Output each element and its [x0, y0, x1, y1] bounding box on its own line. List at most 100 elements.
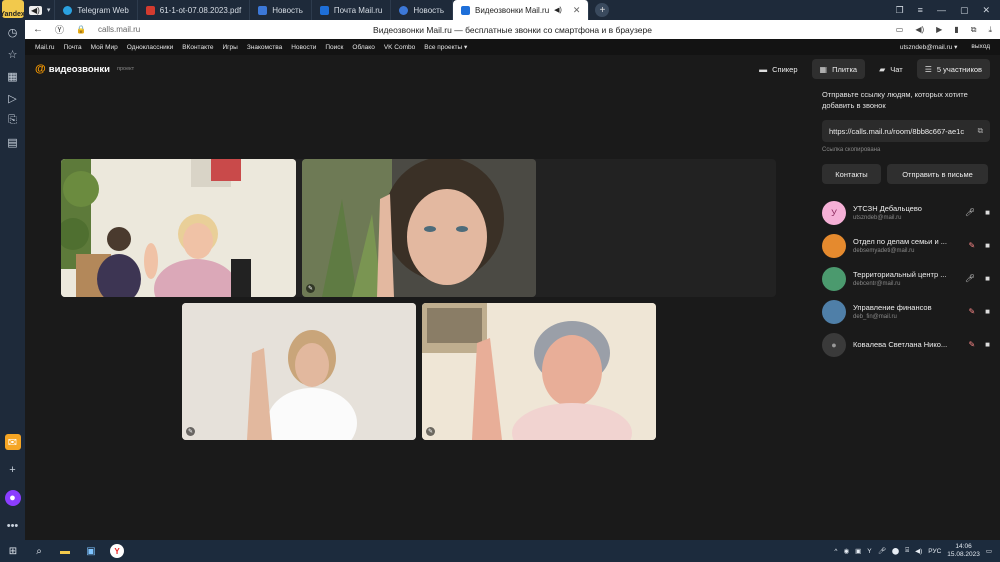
list-item[interactable]: Отдел по делам семьи и ... debsemyadeti@…	[822, 229, 990, 262]
notifications-icon[interactable]: ▭	[986, 547, 992, 555]
list-item[interactable]: У УТСЗН Дебальцево utszndeb@mail.ru 🎤︎ ■	[822, 196, 990, 229]
mailru-nav: Mail.ru Почта Мой Мир Одноклассники ВКон…	[25, 39, 1000, 55]
chat-button[interactable]: ▰ Чат	[871, 59, 911, 79]
nav-cloud[interactable]: Облако	[352, 44, 374, 51]
tray-app-icon[interactable]: ⬤	[892, 547, 899, 555]
mic-icon[interactable]: 🎤︎	[965, 274, 975, 283]
nav-myworld[interactable]: Мой Мир	[91, 44, 118, 51]
url-field[interactable]: calls.mail.ru	[98, 25, 140, 34]
volume-icon[interactable]: ◀)	[915, 547, 922, 555]
list-item[interactable]: ● Ковалева Светлана Нико... ✎ ■	[822, 328, 990, 361]
tile-view-icon: ▦	[819, 64, 828, 74]
camera-icon[interactable]: ■	[985, 340, 990, 349]
new-tab-button[interactable]: +	[595, 3, 610, 17]
tab-mail[interactable]: Почта Mail.ru	[312, 0, 392, 20]
tray-app-icon[interactable]: ◉	[843, 547, 849, 555]
contacts-button[interactable]: Контакты	[822, 164, 881, 184]
account-menu[interactable]: utszndeb@mail.ru ▾	[900, 43, 958, 51]
mic-muted-icon[interactable]: ✎	[968, 340, 975, 349]
history-icon[interactable]: ◷	[5, 24, 21, 40]
mail-app-icon[interactable]: ✉	[4, 434, 21, 450]
menu-icon[interactable]: ≡	[918, 5, 923, 15]
reader-icon[interactable]: ▭	[896, 25, 904, 35]
play-icon[interactable]: ▷	[5, 90, 21, 106]
bookmark-icon[interactable]: ▮	[954, 25, 958, 35]
yandex-button[interactable]: Yandex	[0, 0, 25, 18]
download-icon[interactable]: ⤓	[988, 25, 992, 35]
mic-muted-icon[interactable]: ✎	[968, 307, 975, 316]
network-icon[interactable]: ⌸	[905, 547, 909, 555]
yandex-icon[interactable]: Ⓨ	[55, 23, 64, 36]
nav-ok[interactable]: Одноклассники	[127, 44, 173, 51]
camera-icon[interactable]: ▶	[936, 25, 942, 35]
camera-icon[interactable]: ■	[985, 208, 990, 217]
video-tile-3[interactable]: ✎	[182, 303, 416, 440]
back-icon[interactable]: ←	[33, 24, 43, 35]
grid-icon[interactable]: ▤	[5, 134, 21, 150]
collections-icon[interactable]: ▦	[5, 68, 21, 84]
nav-news[interactable]: Новости	[291, 44, 316, 51]
tab-pdf[interactable]: 61-1-ot-07.08.2023.pdf	[138, 0, 251, 20]
tab-news-1[interactable]: Новость	[250, 0, 312, 20]
video-tile-2[interactable]: ✎	[302, 159, 536, 297]
tray-expand-icon[interactable]: ^	[834, 548, 837, 555]
file-explorer-icon[interactable]: ▬	[58, 544, 72, 558]
speaker-view-button[interactable]: ▬ Спикер	[751, 59, 805, 79]
mute-icon[interactable]: ◀)	[915, 25, 924, 35]
invite-panel: Отправьте ссылку людям, которых хотите д…	[812, 83, 1000, 540]
app-logo[interactable]: @ видеозвонки проект	[35, 63, 134, 75]
tile-view-button[interactable]: ▦ Плитка	[811, 59, 866, 79]
system-tray: ^ ◉ ▣ Y 🎤︎ ⬤ ⌸ ◀) РУС 14:06 15.08.2023 ▭	[834, 543, 1000, 559]
list-item[interactable]: Управление финансов deb_fin@mail.ru ✎ ■	[822, 295, 990, 328]
yandex-browser-icon[interactable]: Y	[110, 544, 124, 558]
add-icon[interactable]: +	[5, 462, 21, 478]
nav-vk[interactable]: ВКонтакте	[182, 44, 213, 51]
mic-icon[interactable]: 🎤︎	[965, 208, 975, 217]
send-email-button[interactable]: Отправить в письме	[887, 164, 988, 184]
store-icon[interactable]: ▣	[84, 544, 98, 558]
participant-email: debcentr@mail.ru	[853, 281, 901, 287]
keyboard-layout[interactable]: РУС	[928, 548, 941, 555]
camera-icon[interactable]: ■	[985, 307, 990, 316]
minimize-icon[interactable]: —	[937, 5, 946, 15]
nav-vkcombo[interactable]: VK Combo	[384, 44, 415, 51]
downloads-icon[interactable]: ⎘	[5, 112, 21, 128]
windows-start-icon[interactable]: ⊞	[6, 544, 20, 558]
tray-yandex-icon[interactable]: Y	[867, 548, 871, 555]
clock[interactable]: 14:06 15.08.2023	[947, 543, 980, 559]
tab-speaker-toggle[interactable]: ◀) ▾	[25, 0, 56, 20]
bookmarks-icon[interactable]: ☆	[5, 46, 21, 62]
nav-mailru[interactable]: Mail.ru	[35, 44, 55, 51]
tray-app-icon[interactable]: ▣	[855, 547, 861, 555]
tab-news-2[interactable]: Новость	[391, 0, 453, 20]
mic-muted-icon[interactable]: ✎	[968, 241, 975, 250]
close-tab-icon[interactable]: ✕	[573, 5, 581, 16]
close-window-icon[interactable]: ✕	[982, 5, 990, 16]
tabs-menu-icon[interactable]: ❐	[896, 5, 904, 16]
video-tile-1[interactable]	[61, 159, 296, 297]
more-icon[interactable]: •••	[5, 518, 21, 534]
nav-search[interactable]: Поиск	[325, 44, 343, 51]
logout-link[interactable]: выход	[971, 43, 990, 51]
nav-all-projects[interactable]: Все проекты ▾	[424, 43, 467, 51]
tray-mic-icon[interactable]: 🎤︎	[878, 547, 886, 555]
address-actions: ▭ ◀) ▶ ▮ ⧉ ⤓	[896, 25, 992, 35]
search-icon[interactable]: ⌕	[32, 544, 46, 558]
video-tile-4[interactable]: ✎	[422, 303, 656, 440]
avatar	[822, 299, 846, 324]
extensions-icon[interactable]: ⧉	[971, 25, 977, 35]
invite-link-field[interactable]: https://calls.mail.ru/room/8bb8c667-ae1c…	[822, 120, 990, 142]
nav-games[interactable]: Игры	[223, 44, 238, 51]
restore-icon[interactable]: ▢	[960, 5, 969, 16]
camera-icon[interactable]: ■	[985, 274, 990, 283]
nav-dating[interactable]: Знакомства	[247, 44, 282, 51]
participants-button[interactable]: ☰ 5 участников	[916, 59, 990, 79]
tab-telegram[interactable]: Telegram Web	[55, 0, 138, 20]
alice-icon[interactable]: ●	[4, 490, 21, 506]
nav-mail[interactable]: Почта	[64, 44, 82, 51]
tab-videocalls[interactable]: Видеозвонки Mail.ru ◀) ✕	[452, 0, 590, 20]
video-frame	[182, 303, 416, 440]
camera-icon[interactable]: ■	[985, 241, 990, 250]
copy-icon[interactable]: ⧉	[978, 126, 983, 136]
list-item[interactable]: Территориальный центр ... debcentr@mail.…	[822, 262, 990, 295]
